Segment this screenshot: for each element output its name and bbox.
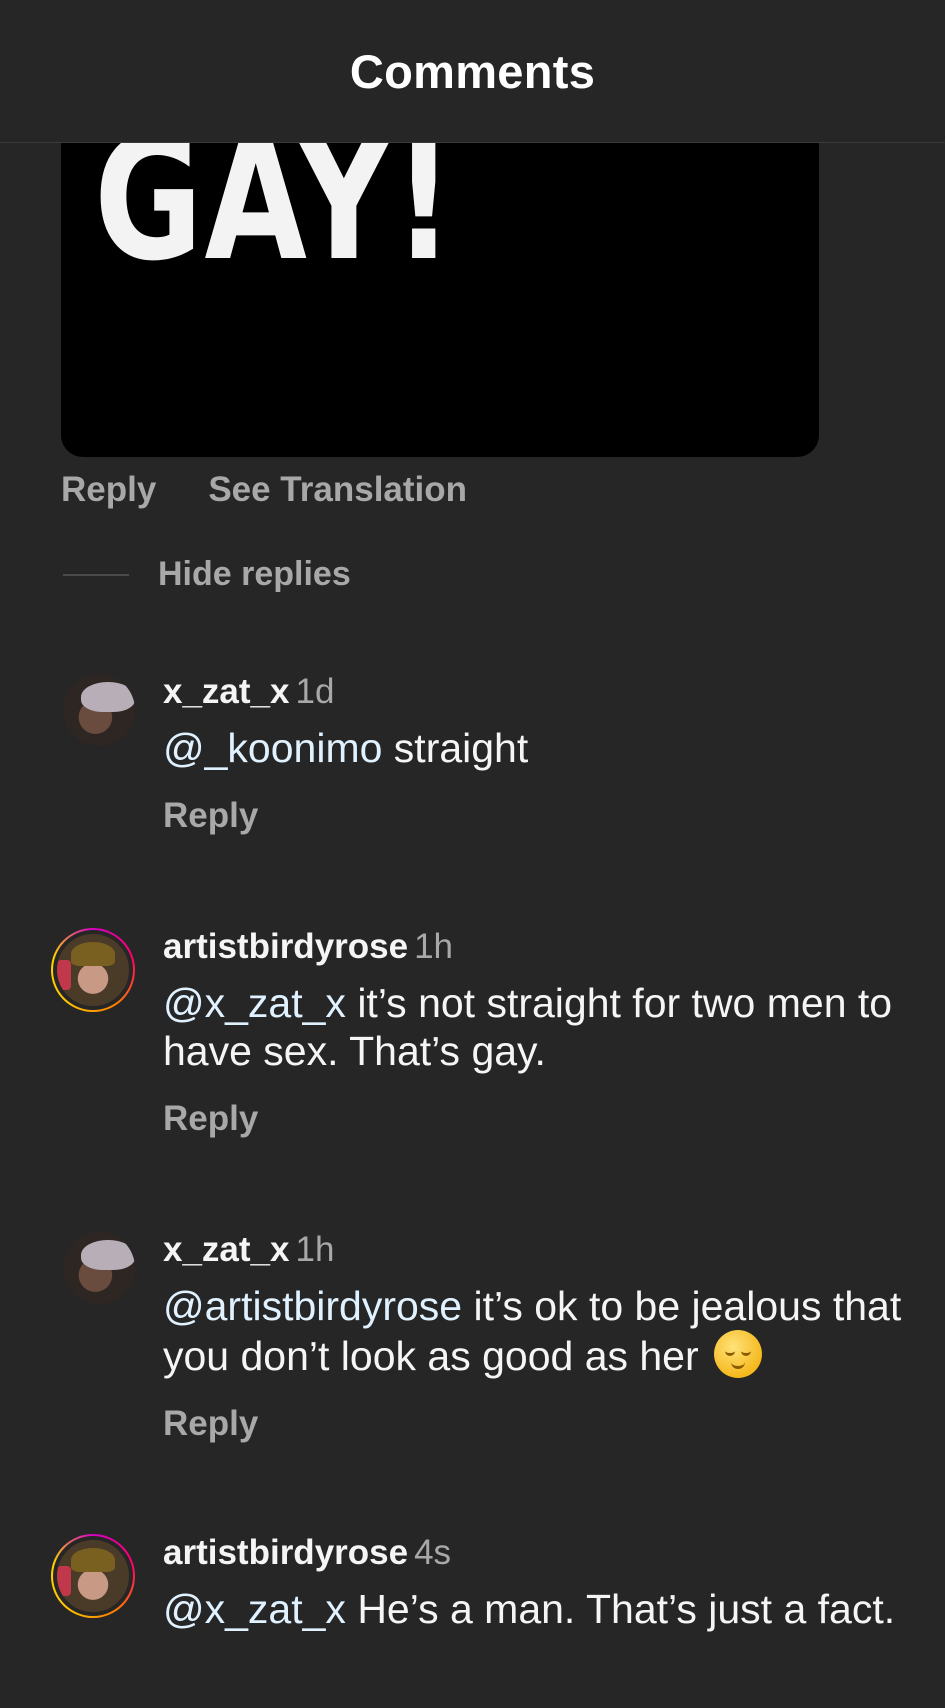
avatar[interactable] [63, 674, 135, 746]
comment-text: @_koonimo straight [163, 724, 903, 772]
comment-username[interactable]: x_zat_x [163, 1230, 289, 1269]
comment-timestamp: 4s [414, 1533, 452, 1572]
user-avatar-image [53, 1536, 133, 1616]
avatar[interactable] [51, 928, 135, 1012]
mention-link[interactable]: @x_zat_x [163, 1586, 346, 1632]
reply-button[interactable]: Reply [163, 1404, 903, 1444]
reply-button[interactable]: Reply [163, 1099, 903, 1139]
reply-button[interactable]: Reply [163, 796, 903, 836]
comment-timestamp: 1h [414, 927, 454, 966]
comment-text: @x_zat_x it’s not straight for two men t… [163, 979, 903, 1075]
comment-body: straight [382, 725, 529, 771]
comment-timestamp: 1h [295, 1230, 335, 1269]
header-bar: Comments [0, 0, 945, 143]
comment-username[interactable]: artistbirdyrose [163, 1533, 408, 1572]
comment-timestamp: 1d [295, 672, 335, 711]
comment-body: He’s a man. That’s just a fact. [345, 1586, 896, 1632]
avatar[interactable] [63, 1232, 135, 1304]
mention-link[interactable]: @artistbirdyrose [163, 1283, 462, 1329]
page-title: Comments [349, 44, 596, 98]
user-avatar-image [63, 674, 135, 746]
comment-text: @artistbirdyrose it’s ok to be jealous t… [163, 1282, 903, 1380]
relieved-face-emoji-icon [714, 1330, 763, 1378]
comment-username[interactable]: x_zat_x [163, 672, 289, 711]
hide-replies-button[interactable]: Hide replies [63, 555, 351, 594]
user-avatar-image [63, 1232, 135, 1304]
comment-username[interactable]: artistbirdyrose [163, 927, 408, 966]
replies-divider-line [63, 573, 129, 576]
mention-link[interactable]: @x_zat_x [163, 980, 346, 1026]
comment-media-image[interactable]: GAY! [61, 143, 819, 457]
user-avatar-image [53, 930, 133, 1010]
hide-replies-label: Hide replies [158, 555, 351, 593]
mention-link[interactable]: @_koonimo [163, 725, 382, 771]
reply-button[interactable]: Reply [61, 470, 156, 510]
comment-text: @x_zat_x He’s a man. That’s just a fact. [163, 1585, 903, 1633]
avatar[interactable] [51, 1534, 135, 1618]
see-translation-button[interactable]: See Translation [208, 470, 467, 510]
parent-comment-actions: Reply See Translation [61, 470, 467, 510]
media-caption-text: GAY! [94, 143, 456, 299]
